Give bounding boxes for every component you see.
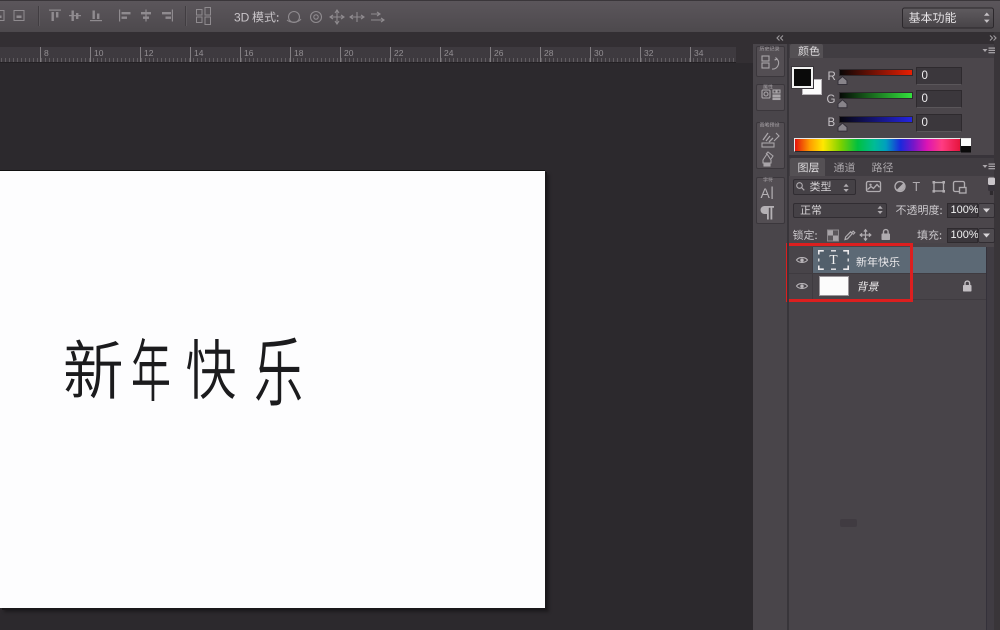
svg-text:3D: 3D <box>234 11 250 25</box>
svg-text:T: T <box>913 180 921 194</box>
svg-text:A: A <box>761 185 771 201</box>
